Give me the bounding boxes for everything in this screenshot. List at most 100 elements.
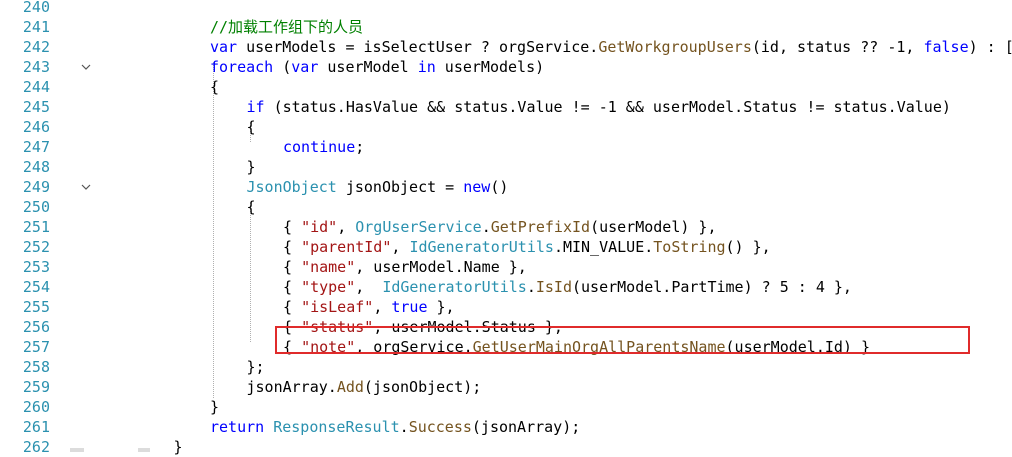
code-line[interactable]: 241 //加载工作组下的人员: [0, 17, 1012, 37]
code-line[interactable]: 254 { "type", IdGeneratorUtils.IsId(userM…: [0, 277, 1012, 297]
code-line[interactable]: 240: [0, 0, 1012, 17]
code-token: {: [283, 278, 302, 296]
scroll-marker: [70, 448, 84, 452]
code-token: userModels = isSelectUser ? orgService.: [237, 38, 599, 56]
line-number: 257: [22, 338, 50, 356]
code-token: (status.HasValue && status.Value != -1 &…: [264, 98, 951, 116]
code-token: in: [417, 58, 436, 76]
code-token: true: [391, 298, 428, 316]
line-number: 254: [22, 278, 50, 296]
code-line[interactable]: 249 JsonObject jsonObject = new(): [0, 177, 1012, 197]
code-text: }: [247, 157, 256, 177]
code-token: .: [481, 218, 491, 236]
code-line[interactable]: 247 continue;: [0, 137, 1012, 157]
code-token: ResponseResult: [273, 418, 400, 436]
code-token: {: [283, 218, 302, 236]
code-token: IsId: [535, 278, 572, 296]
fold-chevron-icon[interactable]: [80, 177, 92, 197]
code-token: "parentId": [301, 238, 392, 256]
code-token: jsonArray.: [246, 378, 337, 396]
code-text: return ResponseResult.Success(jsonArray)…: [210, 417, 580, 437]
code-text: { "isLeaf", true },: [283, 297, 455, 317]
code-token: Success: [408, 418, 472, 436]
scroll-marker: [138, 448, 150, 452]
code-text: { "type", IdGeneratorUtils.IsId(userMode…: [283, 277, 852, 297]
line-number: 261: [22, 418, 50, 436]
code-token: {: [210, 78, 220, 96]
code-token: var: [291, 58, 319, 76]
code-token: OrgUserService: [355, 218, 482, 236]
code-token: return: [210, 418, 265, 436]
code-token: {: [283, 258, 302, 276]
code-token: (jsonArray);: [471, 418, 581, 436]
code-token: , userModel.Name },: [355, 258, 527, 276]
code-token: "name": [301, 258, 356, 276]
code-token: .: [399, 418, 409, 436]
code-text: foreach (var userModel in userModels): [210, 57, 544, 77]
code-token: IdGeneratorUtils: [382, 278, 527, 296]
code-line[interactable]: 258};: [0, 357, 1012, 377]
line-number: 253: [22, 258, 50, 276]
code-line[interactable]: 261 return ResponseResult.Success(jsonArr…: [0, 417, 1012, 437]
fold-chevron-icon[interactable]: [80, 57, 92, 77]
line-number: 243: [22, 58, 50, 76]
code-text: };: [247, 357, 265, 377]
code-line[interactable]: 262}: [0, 437, 1012, 457]
code-text: JsonObject jsonObject = new(): [247, 177, 509, 197]
code-token: {: [283, 298, 302, 316]
code-token: ) : [: [968, 38, 1012, 56]
code-token: (: [273, 58, 292, 76]
code-token: ,: [391, 238, 410, 256]
code-line[interactable]: 252 { "parentId", IdGeneratorUtils.MIN_VA…: [0, 237, 1012, 257]
code-line[interactable]: 250 {: [0, 197, 1012, 217]
code-token: ;: [355, 138, 365, 156]
code-token: GetWorkgroupUsers: [598, 38, 752, 56]
highlight-box: [275, 326, 970, 354]
code-token: (id, status ?? -1,: [751, 38, 924, 56]
code-token: },: [427, 298, 455, 316]
code-line[interactable]: 242 var userModels = isSelectUser ? orgSe…: [0, 37, 1012, 57]
code-text: {: [247, 197, 256, 217]
line-number: 241: [22, 18, 50, 36]
code-line[interactable]: 253 { "name", userModel.Name },: [0, 257, 1012, 277]
code-token: (userModel.PartTime) ? 5 : 4 },: [572, 278, 852, 296]
line-number: 249: [22, 178, 50, 196]
code-token: }: [173, 438, 183, 456]
code-token: new: [463, 178, 491, 196]
code-token: };: [246, 358, 265, 376]
code-text: { "id", OrgUserService.GetPrefixId(userM…: [283, 217, 717, 237]
code-token: userModels): [435, 58, 545, 76]
code-editor[interactable]: 240 241 //加载工作组下的人员 242 var userModels = isS…: [0, 0, 1012, 456]
code-token: JsonObject: [246, 178, 337, 196]
code-token: false: [923, 38, 969, 56]
code-token: continue: [283, 138, 356, 156]
code-token: ToString: [653, 238, 726, 256]
code-line[interactable]: 260}: [0, 397, 1012, 417]
line-number: 247: [22, 138, 50, 156]
line-number: 242: [22, 38, 50, 56]
code-text: jsonArray.Add(jsonObject);: [247, 377, 482, 397]
code-token: jsonObject =: [336, 178, 464, 196]
code-line[interactable]: 255 { "isLeaf", true },: [0, 297, 1012, 317]
line-number: 245: [22, 98, 50, 116]
code-line[interactable]: 246 {: [0, 117, 1012, 137]
code-line[interactable]: 251 { "id", OrgUserService.GetPrefixId(us…: [0, 217, 1012, 237]
code-token: userModel: [318, 58, 418, 76]
code-line[interactable]: 244 {: [0, 77, 1012, 97]
code-text: continue;: [283, 137, 364, 157]
code-text: {: [247, 117, 256, 137]
code-line[interactable]: 245 if (status.HasValue && status.Value !…: [0, 97, 1012, 117]
line-number: 252: [22, 238, 50, 256]
code-token: .: [526, 278, 536, 296]
line-number: 258: [22, 358, 50, 376]
code-token: ,: [337, 218, 356, 236]
line-number: 262: [22, 438, 50, 456]
code-token: (jsonObject);: [363, 378, 482, 396]
code-token: ,: [373, 298, 392, 316]
code-text: {: [210, 77, 219, 97]
line-number: 255: [22, 298, 50, 316]
code-line[interactable]: 243 foreach (var userModel in userModels): [0, 57, 1012, 77]
code-line[interactable]: 259 jsonArray.Add(jsonObject);: [0, 377, 1012, 397]
code-line[interactable]: 248}: [0, 157, 1012, 177]
code-text: { "parentId", IdGeneratorUtils.MIN_VALUE…: [283, 237, 771, 257]
